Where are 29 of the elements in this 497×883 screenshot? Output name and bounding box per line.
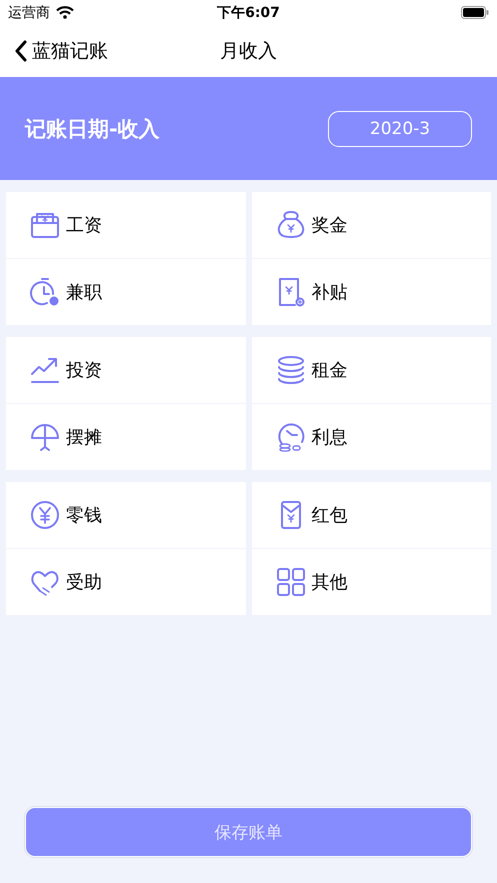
grid-icon — [276, 567, 306, 597]
category-item[interactable]: 奖金 — [252, 192, 491, 258]
category-item[interactable]: 利息 — [252, 404, 491, 470]
banner-label: 记账日期-收入 — [25, 116, 160, 142]
category-item[interactable]: 受助 — [6, 549, 246, 615]
carrier-name: 运营商 — [8, 4, 50, 22]
category-item[interactable]: 零钱 — [6, 482, 246, 548]
category-item[interactable]: 租金 — [252, 337, 491, 403]
back-button[interactable]: 蓝猫记账 — [0, 38, 108, 64]
category-item[interactable]: 其他 — [252, 549, 491, 615]
wallet-icon — [30, 210, 60, 240]
category-item[interactable]: 投资 — [6, 337, 246, 403]
wifi-icon — [56, 6, 74, 19]
battery-icon — [461, 6, 489, 19]
category-item[interactable]: 摆摊 — [6, 404, 246, 470]
category-item[interactable]: 兼职 — [6, 259, 246, 325]
yen-coin-icon — [30, 500, 60, 530]
page-title: 月收入 — [220, 39, 277, 64]
category-item[interactable]: 工资 — [6, 192, 246, 258]
coin-stack-icon — [276, 355, 306, 385]
category-item[interactable]: 补贴 — [252, 259, 491, 325]
chevron-left-icon — [14, 40, 28, 62]
money-bag-icon — [276, 210, 306, 240]
umbrella-icon — [30, 422, 60, 452]
clock-time: 下午6:07 — [217, 4, 280, 22]
clock-coins-icon — [276, 422, 306, 452]
trend-line-icon — [30, 355, 60, 385]
clock-icon — [30, 277, 60, 307]
category-item[interactable]: 红包 — [252, 482, 491, 548]
